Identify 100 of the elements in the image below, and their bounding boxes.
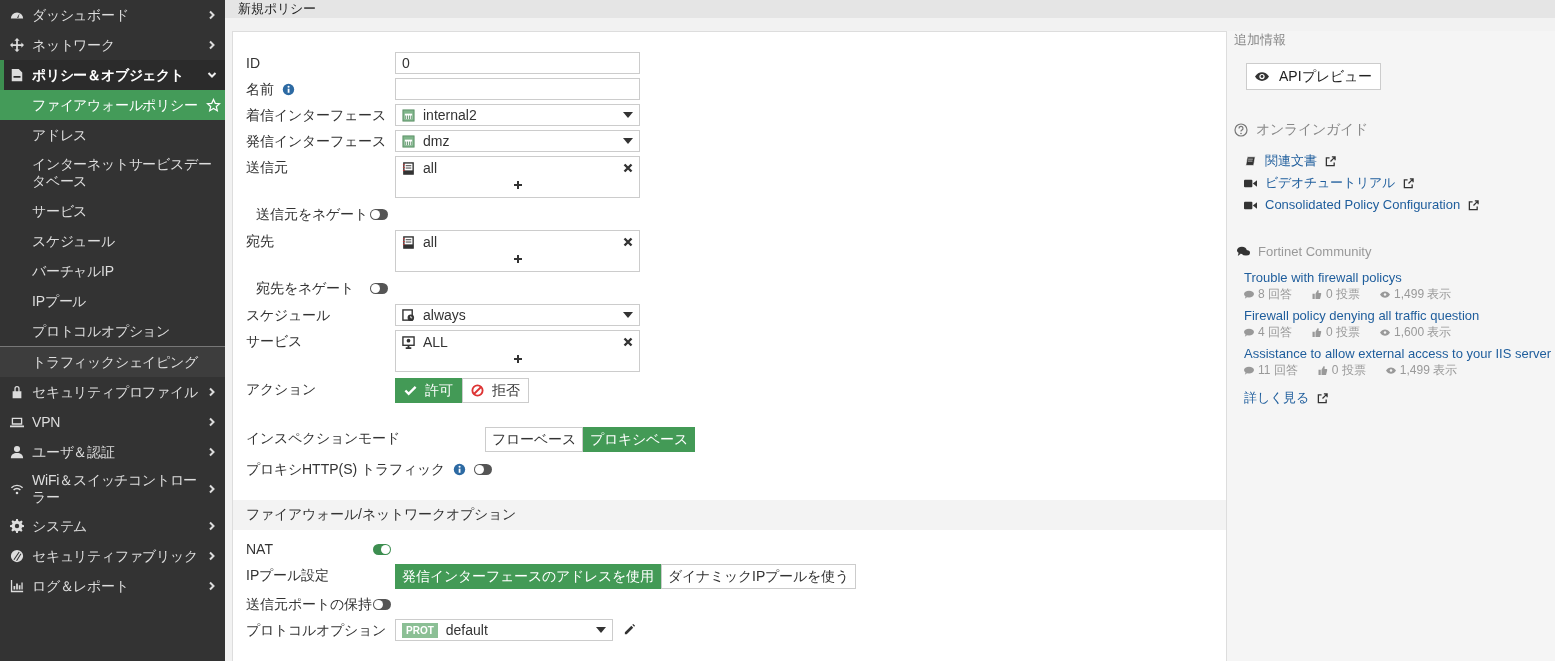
external-link-icon[interactable] bbox=[1403, 177, 1414, 189]
external-link-icon[interactable] bbox=[1325, 155, 1336, 167]
field-label: 宛先 bbox=[246, 232, 274, 251]
info-icon[interactable] bbox=[282, 82, 295, 96]
api-preview-button[interactable]: APIプレビュー bbox=[1246, 63, 1381, 90]
caret-icon bbox=[596, 627, 606, 633]
panel-title: 追加情報 bbox=[1234, 31, 1287, 49]
chevron-right-icon bbox=[207, 40, 217, 50]
thumbs-up-icon bbox=[1312, 328, 1322, 337]
post-link[interactable]: Trouble with firewall policys bbox=[1244, 269, 1552, 286]
segment-button[interactable]: プロキシベース bbox=[583, 427, 695, 452]
laptop-icon bbox=[10, 415, 24, 429]
multi-select-field[interactable]: all bbox=[395, 230, 640, 272]
user-icon bbox=[10, 445, 24, 459]
wifi-icon bbox=[10, 482, 24, 496]
nav-item[interactable]: ダッシュボード bbox=[0, 0, 225, 30]
remove-icon[interactable] bbox=[623, 237, 633, 247]
reply-count: 4 回答 bbox=[1258, 324, 1292, 341]
toggle-switch[interactable] bbox=[370, 283, 388, 294]
toggle-switch[interactable] bbox=[373, 599, 391, 610]
info-icon[interactable] bbox=[453, 462, 467, 476]
guide-title: オンラインガイド bbox=[1256, 121, 1368, 139]
dropdown[interactable]: always bbox=[395, 304, 640, 326]
eye-icon bbox=[1380, 290, 1391, 299]
post-link[interactable]: Assistance to allow external access to your IIS server bbox=[1244, 345, 1552, 362]
guide-link[interactable]: 関連文書 bbox=[1265, 150, 1317, 172]
nav-item[interactable]: WiFi＆スイッチコントローラー bbox=[0, 467, 225, 511]
field-label: プロトコルオプション bbox=[246, 621, 387, 640]
toggle-switch[interactable] bbox=[370, 209, 388, 220]
remove-icon[interactable] bbox=[623, 163, 633, 173]
dropdown[interactable]: internal2 bbox=[395, 104, 640, 126]
add-icon[interactable] bbox=[513, 181, 522, 189]
add-icon[interactable] bbox=[513, 355, 522, 363]
field-label: サービス bbox=[246, 332, 302, 351]
nav-item[interactable]: システム bbox=[0, 511, 225, 541]
nav-item[interactable]: ログ＆レポート bbox=[0, 571, 225, 601]
help-icon bbox=[1234, 123, 1248, 137]
dropdown[interactable]: dmz bbox=[395, 130, 640, 152]
comment-icon bbox=[1244, 366, 1254, 375]
field-label: ID bbox=[246, 54, 260, 73]
port-icon bbox=[402, 108, 415, 122]
port-icon bbox=[402, 134, 415, 148]
star-icon[interactable] bbox=[205, 97, 221, 113]
field-label: アクション bbox=[246, 380, 316, 399]
external-link-icon[interactable] bbox=[1468, 199, 1480, 211]
field-label: IPプール設定 bbox=[246, 566, 331, 585]
nav-item[interactable]: セキュリティファブリック bbox=[0, 541, 225, 571]
nav-item[interactable]: ポリシー＆オブジェクト bbox=[0, 60, 225, 90]
caret-icon bbox=[623, 112, 633, 118]
dropdown[interactable]: PROT default bbox=[395, 619, 613, 641]
video-camera-icon bbox=[1244, 199, 1257, 211]
chevron-right-icon bbox=[207, 521, 217, 531]
segment-button[interactable]: 発信インターフェースのアドレスを使用 bbox=[395, 564, 661, 589]
caret-icon bbox=[623, 312, 633, 318]
nav-item[interactable]: VPN bbox=[0, 407, 225, 437]
segment-button[interactable]: フローベース bbox=[485, 427, 583, 452]
toggle-switch[interactable] bbox=[373, 544, 391, 555]
field-label: 送信元ポートの保持 bbox=[246, 595, 373, 614]
prohibited-icon bbox=[471, 384, 484, 397]
post-link[interactable]: Firewall policy denying all traffic question bbox=[1244, 307, 1552, 324]
add-icon[interactable] bbox=[513, 255, 522, 263]
view-count: 1,499 表示 bbox=[1399, 362, 1458, 379]
multi-select-field[interactable]: all bbox=[395, 156, 640, 198]
caret-icon bbox=[623, 138, 633, 144]
chat-bubbles-icon bbox=[1237, 246, 1250, 257]
view-count: 1,499 表示 bbox=[1394, 286, 1452, 303]
eye-icon bbox=[1255, 72, 1269, 81]
segment-button[interactable]: 拒否 bbox=[462, 378, 529, 403]
field-label: 名前 bbox=[246, 80, 274, 99]
guide-link[interactable]: ビデオチュートリアル bbox=[1265, 172, 1395, 194]
nav-item[interactable]: ユーザ＆認証 bbox=[0, 437, 225, 467]
edit-icon[interactable] bbox=[623, 623, 636, 636]
field-label: 発信インターフェース bbox=[246, 132, 386, 151]
submenu-item[interactable]: トラフィックシェイピング bbox=[0, 346, 225, 377]
text-field[interactable]: 0 bbox=[395, 52, 640, 74]
field-label: 送信元をネゲート bbox=[256, 205, 368, 224]
see-more-link[interactable]: 詳しく見る bbox=[1244, 387, 1309, 409]
text-field[interactable] bbox=[395, 78, 640, 100]
toggle-switch[interactable] bbox=[474, 464, 493, 475]
chevron-down-icon bbox=[207, 70, 217, 80]
comment-icon bbox=[1244, 328, 1254, 337]
remove-icon[interactable] bbox=[623, 337, 633, 347]
segment-button[interactable]: 許可 bbox=[395, 378, 462, 403]
chevron-right-icon bbox=[207, 551, 217, 561]
nav-item[interactable]: ネットワーク bbox=[0, 30, 225, 60]
field-label: 送信元 bbox=[246, 158, 288, 177]
multi-select-field[interactable]: ALL bbox=[395, 330, 640, 372]
nav-item[interactable]: セキュリティプロファイル bbox=[0, 377, 225, 407]
view-count: 1,600 表示 bbox=[1394, 324, 1452, 341]
section-title: ファイアウォール/ネットワークオプション bbox=[246, 506, 516, 522]
chevron-right-icon bbox=[207, 581, 217, 591]
document-icon bbox=[10, 68, 24, 82]
thumbs-up-icon bbox=[1317, 366, 1328, 375]
guide-link[interactable]: Consolidated Policy Configuration bbox=[1265, 194, 1461, 216]
field-label: スケジュール bbox=[246, 306, 330, 325]
check-icon bbox=[404, 384, 417, 397]
field-label: プロキシHTTP(S) トラフィック bbox=[246, 460, 446, 479]
segment-button[interactable]: ダイナミックIPプールを使う bbox=[661, 564, 857, 589]
external-link-icon[interactable] bbox=[1317, 392, 1328, 404]
comment-icon bbox=[1244, 290, 1254, 299]
